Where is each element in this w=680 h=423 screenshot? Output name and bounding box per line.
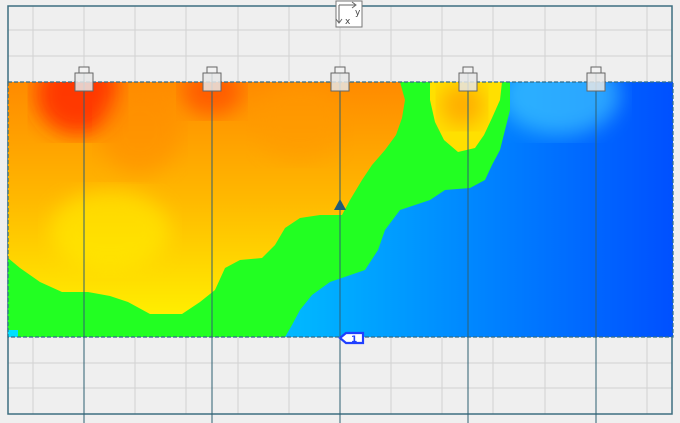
contour-notch [8,330,18,337]
gizmo-x-label: x [345,17,351,27]
axis-gizmo: x y [335,0,363,28]
section-marker-label: 1 [351,335,357,345]
gizmo-y-label: y [355,8,361,18]
hotspot-3 [100,85,180,175]
yellow-lower [50,190,170,270]
fem-viewport[interactable]: x y 1 [0,0,680,423]
hotspot-4 [255,82,345,160]
